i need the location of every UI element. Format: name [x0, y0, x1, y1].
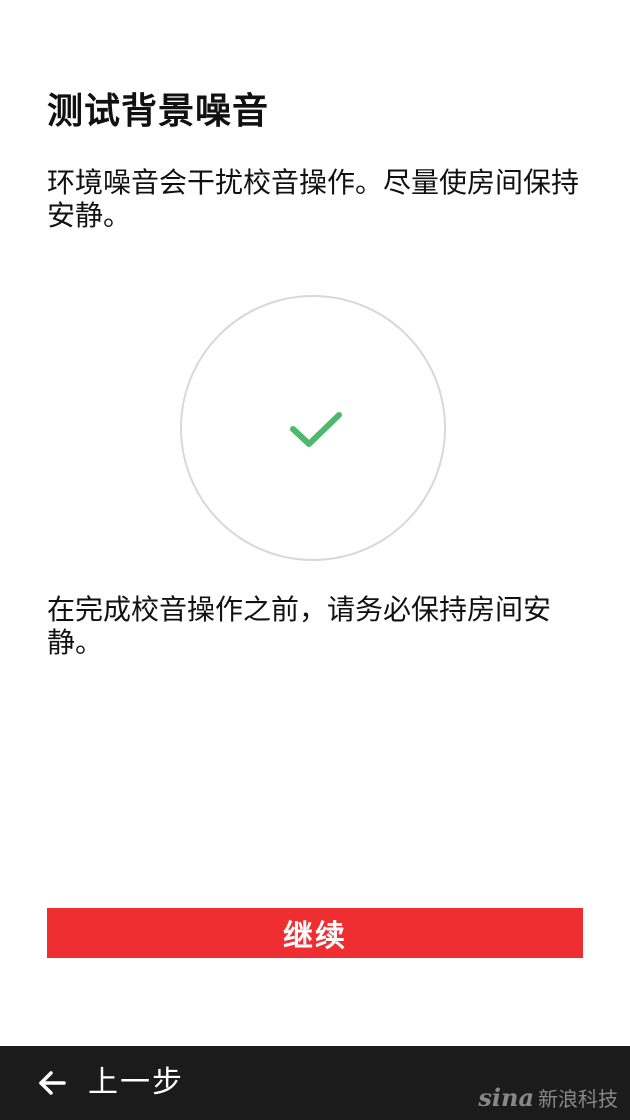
sina-tech-watermark: sina 新浪科技: [478, 1083, 618, 1112]
description-text: 环境噪音会干扰校音操作。尽量使房间保持安静。: [47, 166, 580, 232]
page-title: 测试背景噪音: [47, 91, 270, 132]
checkmark-icon: [290, 412, 342, 447]
noise-status-indicator: [180, 295, 446, 561]
sina-logo: sina: [478, 1083, 534, 1112]
watermark-text: 新浪科技: [538, 1087, 618, 1111]
instruction-text: 在完成校音操作之前，请务必保持房间安静。: [47, 593, 552, 659]
back-button[interactable]: 上一步: [38, 1062, 184, 1104]
continue-button[interactable]: 继续: [47, 908, 583, 958]
bottom-navigation-bar: 上一步 sina 新浪科技: [0, 1046, 630, 1120]
arrow-left-icon: [39, 1071, 66, 1095]
back-label: 上一步: [88, 1065, 184, 1100]
